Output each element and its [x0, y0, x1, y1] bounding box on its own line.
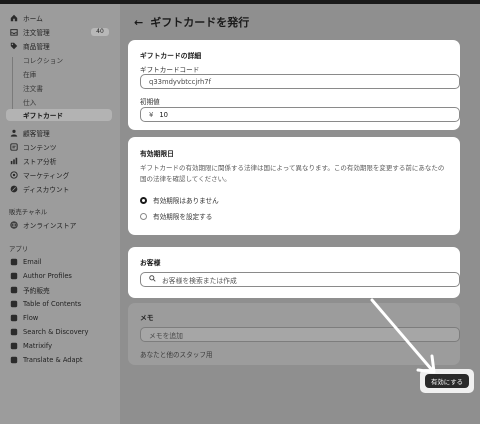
- home-icon: [9, 14, 18, 23]
- gift-card-details-card: ギフトカードの詳細 ギフトカードコード q33mdyvbtccjrh7f 初期値…: [128, 40, 460, 130]
- sidebar-item-search-discovery[interactable]: Search & Discovery: [6, 326, 112, 338]
- memo-help-text: あなたと他のスタッフ用: [140, 351, 213, 359]
- app-icon: [9, 272, 18, 281]
- tag-icon: [9, 42, 18, 51]
- gift-card-code-input[interactable]: q33mdyvbtccjrh7f: [140, 74, 460, 89]
- initial-value-label: 初期値: [140, 98, 160, 106]
- sidebar-item-online-store[interactable]: オンラインストア: [6, 219, 112, 231]
- sidebar-item-discounts[interactable]: ディスカウント: [6, 183, 112, 195]
- memo-input[interactable]: メモを追加: [140, 327, 460, 342]
- radio-selected[interactable]: [140, 196, 147, 204]
- orders-count-badge: 40: [91, 28, 109, 36]
- no-expiry-option[interactable]: 有効期限はありません: [140, 195, 219, 205]
- details-heading: ギフトカードの詳細: [140, 52, 202, 60]
- sidebar-item-email[interactable]: Email: [6, 256, 112, 268]
- no-expiry-label: 有効期限はありません: [153, 197, 219, 205]
- app-icon: [9, 314, 18, 323]
- search-icon: [149, 275, 156, 284]
- initial-value: 10: [159, 110, 168, 119]
- sidebar-item-author-profiles[interactable]: Author Profiles: [6, 270, 112, 282]
- main-content: ← ギフトカードを発行 ギフトカードの詳細 ギフトカードコード q33mdyvb…: [120, 4, 480, 424]
- sidebar-item-purchase-orders[interactable]: 注文書: [6, 82, 112, 94]
- sidebar-item-orders[interactable]: 注文管理 40: [6, 26, 112, 38]
- discount-icon: [9, 185, 18, 194]
- customer-search-placeholder: お客様を検索または作成: [162, 276, 237, 285]
- sidebar-item-translate-adapt[interactable]: Translate & Adapt: [6, 354, 112, 366]
- sidebar-item-gift-cards[interactable]: ギフトカード: [6, 109, 112, 121]
- sidebar-item-preorder[interactable]: 予約販売: [6, 284, 112, 296]
- memo-placeholder: メモを追加: [149, 331, 183, 340]
- customer-search-input[interactable]: お客様を検索または作成: [140, 272, 460, 287]
- expiry-heading: 有効期限日: [140, 150, 174, 158]
- app-icon: [9, 300, 18, 309]
- analytics-icon: [9, 157, 18, 166]
- app-icon: [9, 328, 18, 337]
- apps-heading: アプリ: [9, 245, 29, 253]
- sidebar-item-products[interactable]: 商品管理: [6, 40, 112, 52]
- target-icon: [9, 171, 18, 180]
- memo-heading: メモ: [140, 314, 154, 322]
- sidebar-item-home[interactable]: ホーム: [6, 12, 112, 24]
- expiry-card: 有効期限日 ギフトカードの有効期限に関係する法律は国によって異なります。この有効…: [128, 137, 460, 235]
- initial-value-input[interactable]: ¥ 10: [140, 107, 460, 122]
- sidebar-item-inventory[interactable]: 在庫: [6, 68, 112, 80]
- person-icon: [9, 129, 18, 138]
- customer-heading: お客様: [140, 259, 161, 267]
- currency-symbol: ¥: [149, 110, 154, 119]
- radio-unselected[interactable]: [140, 212, 147, 220]
- back-arrow-icon[interactable]: ←: [134, 16, 143, 29]
- code-value: q33mdyvbtccjrh7f: [149, 77, 211, 86]
- sidebar-item-marketing[interactable]: マーケティング: [6, 169, 112, 181]
- code-label: ギフトカードコード: [140, 66, 200, 74]
- sales-channels-heading: 販売チャネル: [9, 208, 48, 216]
- set-expiry-label: 有効期限を設定する: [153, 213, 213, 221]
- sidebar-item-flow[interactable]: Flow: [6, 312, 112, 324]
- page-header: ← ギフトカードを発行: [134, 14, 249, 30]
- inbox-icon: [9, 28, 18, 37]
- sidebar-item-transfers[interactable]: 仕入: [6, 96, 112, 108]
- sidebar-item-collections[interactable]: コレクション: [6, 54, 112, 66]
- content-icon: [9, 143, 18, 152]
- app-icon: [9, 286, 18, 295]
- sidebar: ホーム 注文管理 40 商品管理 コレクション 在庫 注文書 仕入 ギフトカード…: [0, 4, 120, 424]
- memo-card: メモ メモを追加 あなたと他のスタッフ用: [128, 303, 460, 365]
- page-title: ギフトカードを発行: [150, 16, 250, 29]
- store-icon: [9, 221, 18, 230]
- activate-button[interactable]: 有効にする: [425, 374, 469, 388]
- sidebar-item-customers[interactable]: 顧客管理: [6, 127, 112, 139]
- app-icon: [9, 342, 18, 351]
- sidebar-item-analytics[interactable]: ストア分析: [6, 155, 112, 167]
- app-icon: [9, 356, 18, 365]
- sidebar-item-matrixify[interactable]: Matrixify: [6, 340, 112, 352]
- sidebar-item-table-of-contents[interactable]: Table of Contents: [6, 298, 112, 310]
- set-expiry-option[interactable]: 有効期限を設定する: [140, 211, 212, 221]
- sidebar-item-content[interactable]: コンテンツ: [6, 141, 112, 153]
- expiry-help-text: ギフトカードの有効期限に関係する法律は国によって異なります。この有効期限を変更す…: [140, 164, 445, 183]
- app-icon: [9, 258, 18, 267]
- customer-card: お客様 お客様を検索または作成: [128, 247, 460, 298]
